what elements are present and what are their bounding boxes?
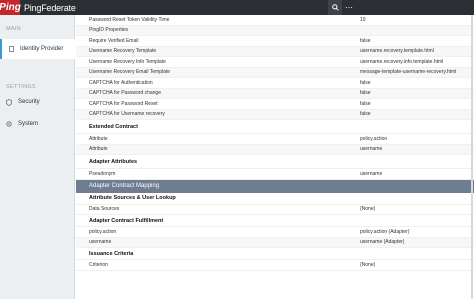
row-key: Username Recovery Info Template: [89, 58, 166, 65]
row-key: CAPTCHA for Username recovery: [89, 111, 165, 118]
table-row: Username Recovery Template username.recov…: [76, 46, 474, 57]
ping-logo: Ping: [0, 0, 21, 15]
row-key: Criterion: [89, 261, 108, 268]
row-key: username: [89, 239, 112, 246]
row-value: false: [360, 37, 371, 44]
table-row: Password Reset Token Validity Time 10: [76, 15, 474, 26]
scrollbar[interactable]: [471, 15, 473, 299]
table-row: CAPTCHA for Username recovery false: [76, 109, 474, 120]
sidebar-item-identity-provider[interactable]: Identity Provider: [0, 39, 76, 59]
section-header: Issuance Criteria: [76, 248, 474, 260]
section-header: Adapter Contract Fulfillment: [76, 215, 474, 227]
top-bar: Ping PingFederate ⋯: [0, 0, 474, 15]
row-value: (None): [360, 206, 376, 213]
identity-icon: [2, 46, 20, 52]
row-value: username: [360, 146, 383, 153]
table-row: Pseudonym username: [76, 169, 474, 180]
table-row: Username Recovery Email Template message-…: [76, 67, 474, 78]
table-row: PingID Properties: [76, 25, 474, 36]
table-row: CAPTCHA for Authentication false: [76, 78, 474, 89]
row-key: Pseudonym: [89, 170, 116, 177]
more-icon[interactable]: ⋯: [342, 0, 356, 15]
summary-content: Password Reset Token Validity Time 10 Ping…: [76, 15, 474, 299]
table-row: Attribute username: [76, 144, 474, 155]
row-value: username: [360, 170, 383, 177]
row-value: username.recovery.info.template.html: [360, 58, 444, 65]
search-icon[interactable]: [328, 0, 342, 15]
sidebar-item-system[interactable]: System: [0, 114, 75, 134]
row-value: policy.action (Adapter): [360, 228, 410, 235]
row-key: PingID Properties: [89, 27, 129, 34]
table-row: username username (Adapter): [76, 237, 474, 248]
row-key: Attribute: [89, 146, 108, 153]
shield-icon: [0, 98, 18, 106]
row-value: false: [360, 79, 371, 86]
sidebar-section-settings: SETTINGS: [6, 84, 36, 90]
row-key: CAPTCHA for Authentication: [89, 79, 153, 86]
gear-icon: [0, 121, 18, 127]
row-key: Password Reset Token Validity Time: [89, 16, 170, 23]
row-value: username.recovery.template.html: [360, 48, 434, 55]
sidebar-section-main: MAIN: [6, 26, 21, 32]
row-key: CAPTCHA for Password change: [89, 90, 161, 97]
row-key: Data Sources: [89, 206, 120, 213]
sidebar-item-security[interactable]: Security: [0, 92, 75, 112]
row-value: username (Adapter): [360, 239, 405, 246]
table-row: Criterion (None): [76, 260, 474, 271]
row-key: policy.action: [89, 228, 117, 235]
table-row: Data Sources (None): [76, 205, 474, 215]
row-key: Require Verified Email: [89, 37, 139, 44]
row-value: message-template-username-recovery.html: [360, 69, 457, 76]
row-key: Username Recovery Email Template: [89, 69, 171, 76]
row-value: policy.action: [360, 135, 388, 142]
table-row: CAPTCHA for Password change false: [76, 88, 474, 99]
row-value: false: [360, 90, 371, 97]
section-header: Adapter Attributes: [76, 155, 474, 169]
row-key: Username Recovery Template: [89, 48, 157, 55]
table-row: Attribute policy.action: [76, 134, 474, 145]
row-key: Attribute: [89, 135, 108, 142]
table-row: CAPTCHA for Password Reset false: [76, 99, 474, 110]
row-value: (None): [360, 261, 376, 268]
row-value: 10: [360, 16, 366, 23]
section-header: Attribute Sources & User Lookup: [76, 193, 474, 205]
sidebar-item-label: Identity Provider: [20, 46, 64, 52]
table-row: Username Recovery Info Template username.…: [76, 57, 474, 68]
sidebar-item-label: Security: [18, 99, 40, 105]
sidebar: MAIN Identity Provider SETTINGS Security…: [0, 15, 76, 299]
app-title: PingFederate: [24, 2, 76, 13]
section-band: Adapter Contract Mapping: [76, 179, 474, 193]
sidebar-item-label: System: [18, 121, 39, 127]
row-value: false: [360, 100, 371, 107]
table-row: Require Verified Email false: [76, 36, 474, 47]
table-row: policy.action policy.action (Adapter): [76, 227, 474, 238]
row-value: false: [360, 111, 371, 118]
section-header: Extended Contract: [76, 120, 474, 134]
row-key: CAPTCHA for Password Reset: [89, 100, 158, 107]
